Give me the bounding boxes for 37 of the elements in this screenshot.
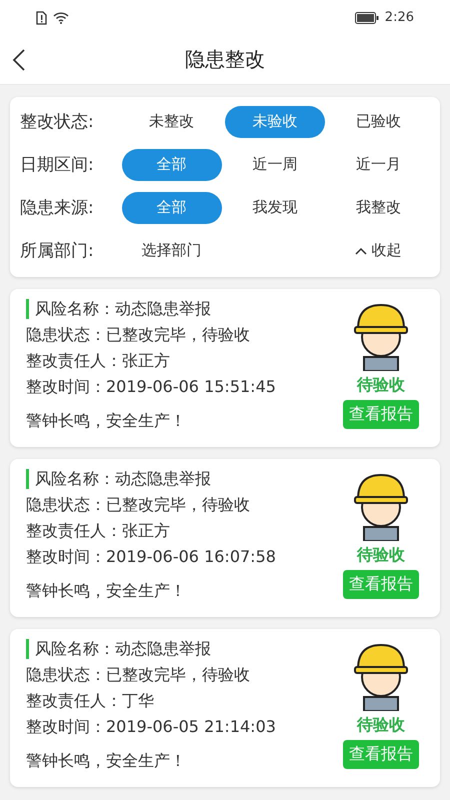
filter-label: 日期区间: bbox=[20, 154, 95, 176]
record-field: 风险名称：动态隐患举报 bbox=[26, 469, 276, 489]
record-field: 风险名称：动态隐患举报 bbox=[26, 639, 276, 659]
filter-option[interactable]: 近一周 bbox=[224, 148, 325, 180]
record-field: 隐患状态：已整改完毕，待验收 bbox=[26, 665, 276, 685]
record-field: 整改时间：2019-06-06 16:07:58 bbox=[26, 547, 276, 567]
record-field: 风险名称：动态隐患举报 bbox=[26, 299, 276, 319]
filter-option[interactable]: 已验收 bbox=[328, 106, 428, 138]
status-label: 待验收 bbox=[357, 545, 405, 566]
filter-option[interactable]: 我整改 bbox=[328, 192, 428, 224]
department-select[interactable]: 选择部门 bbox=[142, 241, 202, 260]
page-title: 隐患整改 bbox=[185, 46, 265, 73]
status-label: 待验收 bbox=[357, 375, 405, 396]
safety-slogan: 警钟长鸣，安全生产！ bbox=[26, 411, 187, 432]
safety-slogan: 警钟长鸣，安全生产！ bbox=[26, 751, 187, 772]
filter-option[interactable]: 我发现 bbox=[224, 192, 325, 224]
record-field: 整改责任人：丁华 bbox=[26, 691, 276, 711]
record-field: 整改责任人：张正方 bbox=[26, 521, 276, 541]
safety-slogan: 警钟长鸣，安全生产！ bbox=[26, 581, 187, 602]
filter-label: 所属部门: bbox=[20, 240, 95, 262]
record-field: 隐患状态：已整改完毕，待验收 bbox=[26, 325, 276, 345]
status-label: 待验收 bbox=[357, 715, 405, 736]
wifi-icon bbox=[53, 12, 69, 24]
record-field: 整改责任人：张正方 bbox=[26, 351, 276, 371]
filter-option[interactable]: 未整改 bbox=[122, 106, 222, 138]
filter-label: 隐患来源: bbox=[20, 197, 95, 219]
chevron-icon bbox=[355, 246, 368, 254]
filter-label: 整改状态: bbox=[20, 111, 95, 133]
record-field: 整改时间：2019-06-05 21:14:03 bbox=[26, 717, 276, 737]
collapse-toggle[interactable]: 收起 bbox=[349, 240, 408, 261]
sim-alert-icon bbox=[36, 10, 47, 24]
clock-time: 2:26 bbox=[384, 10, 414, 25]
filter-option[interactable]: 近一月 bbox=[328, 148, 428, 180]
battery-icon bbox=[354, 12, 379, 24]
record-field: 隐患状态：已整改完毕，待验收 bbox=[26, 495, 276, 515]
record-field: 整改时间：2019-06-06 15:51:45 bbox=[26, 377, 276, 397]
back-icon[interactable] bbox=[12, 48, 26, 72]
